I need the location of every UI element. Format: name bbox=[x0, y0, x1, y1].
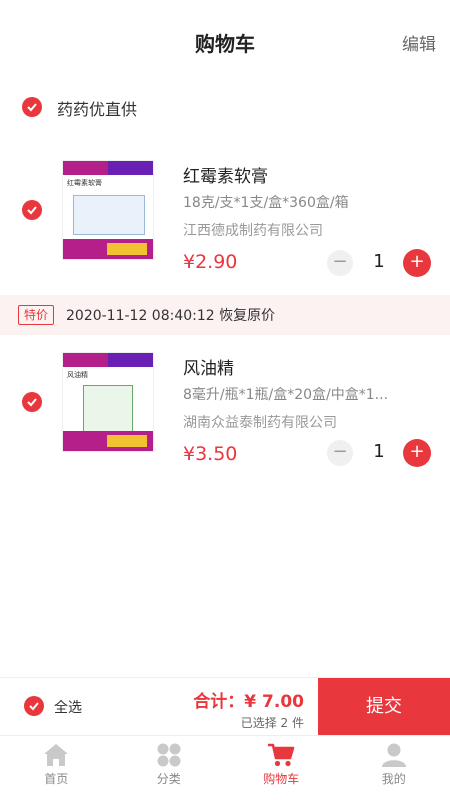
product-maker: 江西德成制药有限公司 bbox=[183, 223, 323, 239]
tab-bar: 首页 分类 购物车 我的 bbox=[0, 735, 450, 800]
product-maker: 湖南众益泰制药有限公司 bbox=[183, 415, 337, 431]
check-icon bbox=[27, 206, 37, 215]
selected-count: 已选择 2 件 bbox=[240, 716, 304, 730]
cart-icon bbox=[268, 743, 295, 767]
product-image[interactable]: 红霉素软膏 bbox=[62, 160, 154, 260]
product-price: ¥2.90 bbox=[183, 251, 238, 273]
select-all-label[interactable]: 全选 bbox=[54, 697, 82, 717]
image-caption: 红霉素软膏 bbox=[67, 179, 102, 187]
product-box-graphic bbox=[73, 195, 145, 235]
item-checkbox[interactable] bbox=[22, 200, 42, 220]
check-icon bbox=[27, 103, 37, 112]
tab-home[interactable]: 首页 bbox=[0, 736, 113, 800]
image-footer-band bbox=[63, 431, 153, 451]
submit-button[interactable]: 提交 bbox=[318, 678, 450, 736]
home-icon bbox=[44, 744, 69, 766]
quantity-decrease-button[interactable]: − bbox=[327, 440, 353, 466]
check-icon bbox=[29, 702, 39, 711]
product-spec: 18克/支*1支/盒*360盒/箱 bbox=[183, 195, 349, 211]
image-banner bbox=[63, 161, 153, 175]
image-footer-band bbox=[63, 239, 153, 259]
promo-text: 2020-11-12 08:40:12 恢复原价 bbox=[66, 308, 276, 324]
store-row: 药药优直供 bbox=[0, 88, 450, 128]
product-box-graphic bbox=[83, 385, 133, 435]
tab-label: 我的 bbox=[381, 772, 406, 786]
product-name[interactable]: 红霉素软膏 bbox=[183, 162, 268, 187]
tab-profile[interactable]: 我的 bbox=[338, 736, 450, 800]
image-banner bbox=[63, 353, 153, 367]
edit-button[interactable]: 编辑 bbox=[402, 30, 436, 55]
tab-category[interactable]: 分类 bbox=[113, 736, 226, 800]
promo-banner: 特价 2020-11-12 08:40:12 恢复原价 bbox=[0, 295, 450, 335]
tab-label: 分类 bbox=[156, 772, 181, 786]
product-price: ¥3.50 bbox=[183, 443, 238, 465]
tab-label: 购物车 bbox=[263, 772, 300, 786]
cart-item: 风油精 风油精 8毫升/瓶*1瓶/盒*20盒/中盒*1... 湖南众益泰制药有限… bbox=[0, 342, 450, 467]
category-icon bbox=[157, 743, 181, 767]
check-icon bbox=[27, 398, 37, 407]
product-image[interactable]: 风油精 bbox=[62, 352, 154, 452]
tab-cart[interactable]: 购物车 bbox=[225, 736, 338, 800]
quantity-increase-button[interactable]: + bbox=[403, 439, 431, 467]
store-checkbox[interactable] bbox=[22, 97, 42, 117]
promo-tag: 特价 bbox=[18, 305, 54, 325]
item-checkbox[interactable] bbox=[22, 392, 42, 412]
tab-label: 首页 bbox=[44, 772, 69, 786]
page-title: 购物车 bbox=[195, 32, 255, 56]
quantity-value[interactable]: 1 bbox=[366, 441, 392, 462]
header: 购物车 编辑 bbox=[0, 0, 450, 86]
quantity-value[interactable]: 1 bbox=[366, 251, 392, 272]
image-caption: 风油精 bbox=[67, 371, 88, 379]
store-name: 药药优直供 bbox=[57, 100, 138, 119]
quantity-increase-button[interactable]: + bbox=[403, 249, 431, 277]
select-all-checkbox[interactable] bbox=[24, 696, 44, 716]
product-spec: 8毫升/瓶*1瓶/盒*20盒/中盒*1... bbox=[183, 387, 389, 403]
total-amount: 合计：¥ 7.00 bbox=[193, 692, 304, 712]
checkout-bar: 全选 合计：¥ 7.00 已选择 2 件 提交 bbox=[0, 677, 450, 736]
user-icon bbox=[381, 743, 406, 767]
product-name[interactable]: 风油精 bbox=[183, 354, 234, 379]
quantity-decrease-button[interactable]: − bbox=[327, 250, 353, 276]
cart-item: 红霉素软膏 红霉素软膏 18克/支*1支/盒*360盒/箱 江西德成制药有限公司… bbox=[0, 150, 450, 277]
